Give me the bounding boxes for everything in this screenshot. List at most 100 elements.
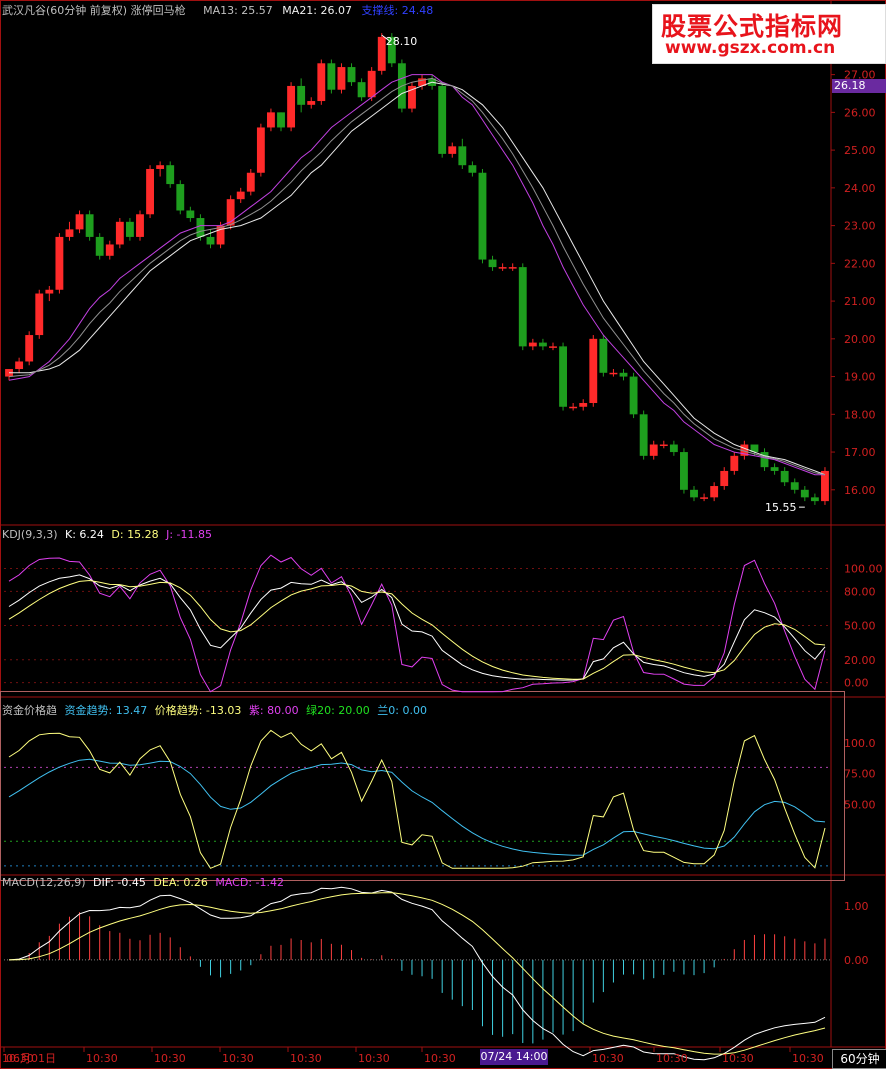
fund-pane-frame xyxy=(0,691,845,881)
candle-body xyxy=(357,82,366,98)
candle-body xyxy=(25,335,34,362)
candle-body xyxy=(45,289,54,294)
period-selector[interactable]: 60分钟 xyxy=(832,1049,886,1069)
candle-body xyxy=(85,214,94,237)
candle-body xyxy=(136,214,144,237)
candle-body xyxy=(810,497,819,502)
candle-body xyxy=(186,210,195,219)
candle-body xyxy=(246,172,255,192)
macd-dea: DEA: 0.26 xyxy=(153,876,208,889)
x-tick-label: 10:30 xyxy=(358,1052,390,1065)
support-label: 支撑线: 24.48 xyxy=(361,4,434,17)
y-tick-label: 18.00 xyxy=(844,408,876,421)
macd-header: MACD(12,26,9) DIF: -0.45 DEA: 0.26 MACD:… xyxy=(2,876,284,889)
fund-trend: 资金趋势: 13.47 xyxy=(64,704,148,717)
kdj-tick-label: 80.00 xyxy=(844,585,876,598)
watermark-line2: www.gszx.com.cn xyxy=(665,38,836,58)
green-level: 绿20: 20.00 xyxy=(306,704,370,717)
kdj-tick-label: 100.00 xyxy=(844,563,883,576)
candle-body xyxy=(206,236,215,245)
current-price-badge: 26.18 xyxy=(832,79,886,93)
main-header: 武汉凡谷(60分钟 前复权) 涨停回马枪 MA13: 25.57 MA21: 2… xyxy=(2,2,433,18)
x-tick-label: 10:30 xyxy=(154,1052,186,1065)
watermark-logo: 股票公式指标网 www.gszx.com.cn xyxy=(652,4,886,64)
candle-body xyxy=(327,63,336,90)
price-trend: 价格趋势: -13.03 xyxy=(154,704,242,717)
candle-body xyxy=(15,361,24,370)
macd-name: MACD(12,26,9) xyxy=(2,876,86,889)
candle-body xyxy=(156,165,165,169)
x-tick-label: 10:30 xyxy=(592,1052,624,1065)
candle-body xyxy=(478,172,487,260)
candle-body xyxy=(35,293,44,336)
x-tick-label: 10:30 xyxy=(86,1052,118,1065)
macd-dif: DIF: -0.45 xyxy=(93,876,146,889)
candle-body xyxy=(196,218,205,237)
x-tick-label: 10:30 xyxy=(792,1052,824,1065)
candle-body xyxy=(629,376,638,415)
candle-body xyxy=(498,267,507,269)
candle-body xyxy=(589,338,598,403)
candle-body xyxy=(287,85,296,128)
candle-body xyxy=(508,267,517,269)
x-axis-highlight: 07/24 14:00 xyxy=(480,1049,548,1065)
macd-value: MACD: -1.42 xyxy=(215,876,284,889)
y-tick-label: 21.00 xyxy=(844,295,876,308)
candle-body xyxy=(488,259,497,268)
candle-body xyxy=(790,482,799,490)
high-price-label: 28.10 xyxy=(386,35,418,48)
y-tick-label: 17.00 xyxy=(844,446,876,459)
y-tick-label: 26.00 xyxy=(844,106,876,119)
candle-body xyxy=(800,489,809,498)
kdj-tick-label: 20.00 xyxy=(844,654,876,667)
y-tick-label: 20.00 xyxy=(844,333,876,346)
stock-title: 武汉凡谷(60分钟 前复权) 涨停回马枪 xyxy=(2,4,186,17)
candle-body xyxy=(538,342,547,347)
macd-dea-line xyxy=(8,892,826,1055)
y-tick-label: 16.00 xyxy=(844,484,876,497)
candle-body xyxy=(569,406,578,409)
candle-body xyxy=(720,470,729,487)
candle-body xyxy=(669,444,678,453)
candle-body xyxy=(65,229,74,237)
fund-name: 资金价格趋 xyxy=(2,704,57,717)
candle-body xyxy=(125,221,134,237)
y-tick-label: 19.00 xyxy=(844,371,876,384)
fund-tick-label: 75.00 xyxy=(844,768,876,781)
macd-tick-label: 0.00 xyxy=(844,954,869,967)
purple-level: 紫: 80.00 xyxy=(248,704,299,717)
candle-body xyxy=(528,342,537,347)
x-tick-label: 10:30 xyxy=(2,1052,34,1065)
candle-body xyxy=(95,236,104,256)
candle-body xyxy=(55,236,64,290)
x-tick-label: 10:30 xyxy=(222,1052,254,1065)
candle-body xyxy=(166,165,175,185)
low-price-label: 15.55 xyxy=(765,501,797,514)
kdj-k-line xyxy=(8,574,826,681)
candle-body xyxy=(367,70,376,98)
candle-body xyxy=(680,452,688,490)
candle-body xyxy=(780,470,789,483)
candle-body xyxy=(700,497,709,499)
candle-body xyxy=(105,244,114,256)
candle-body xyxy=(458,146,467,166)
candle-body xyxy=(337,67,346,90)
candle-body xyxy=(277,112,285,128)
x-tick-label: 10:30 xyxy=(722,1052,754,1065)
candle-body xyxy=(448,146,457,154)
candle-body xyxy=(821,470,829,502)
candle-body xyxy=(518,267,527,347)
x-tick-label: 10:30 xyxy=(656,1052,688,1065)
y-tick-label: 22.00 xyxy=(844,257,876,270)
macd-tick-label: 1.00 xyxy=(844,900,869,913)
ma-line-mid xyxy=(8,77,826,476)
candle-body xyxy=(770,467,779,471)
kdj-d-line xyxy=(8,579,826,680)
candle-body xyxy=(317,63,326,102)
candle-body xyxy=(438,85,447,154)
candle-body xyxy=(649,444,658,456)
candle-body xyxy=(267,112,275,128)
fund-tick-label: 50.00 xyxy=(844,798,876,811)
ma-line-ma13 xyxy=(8,74,825,476)
x-tick-label: 10:30 xyxy=(424,1052,456,1065)
